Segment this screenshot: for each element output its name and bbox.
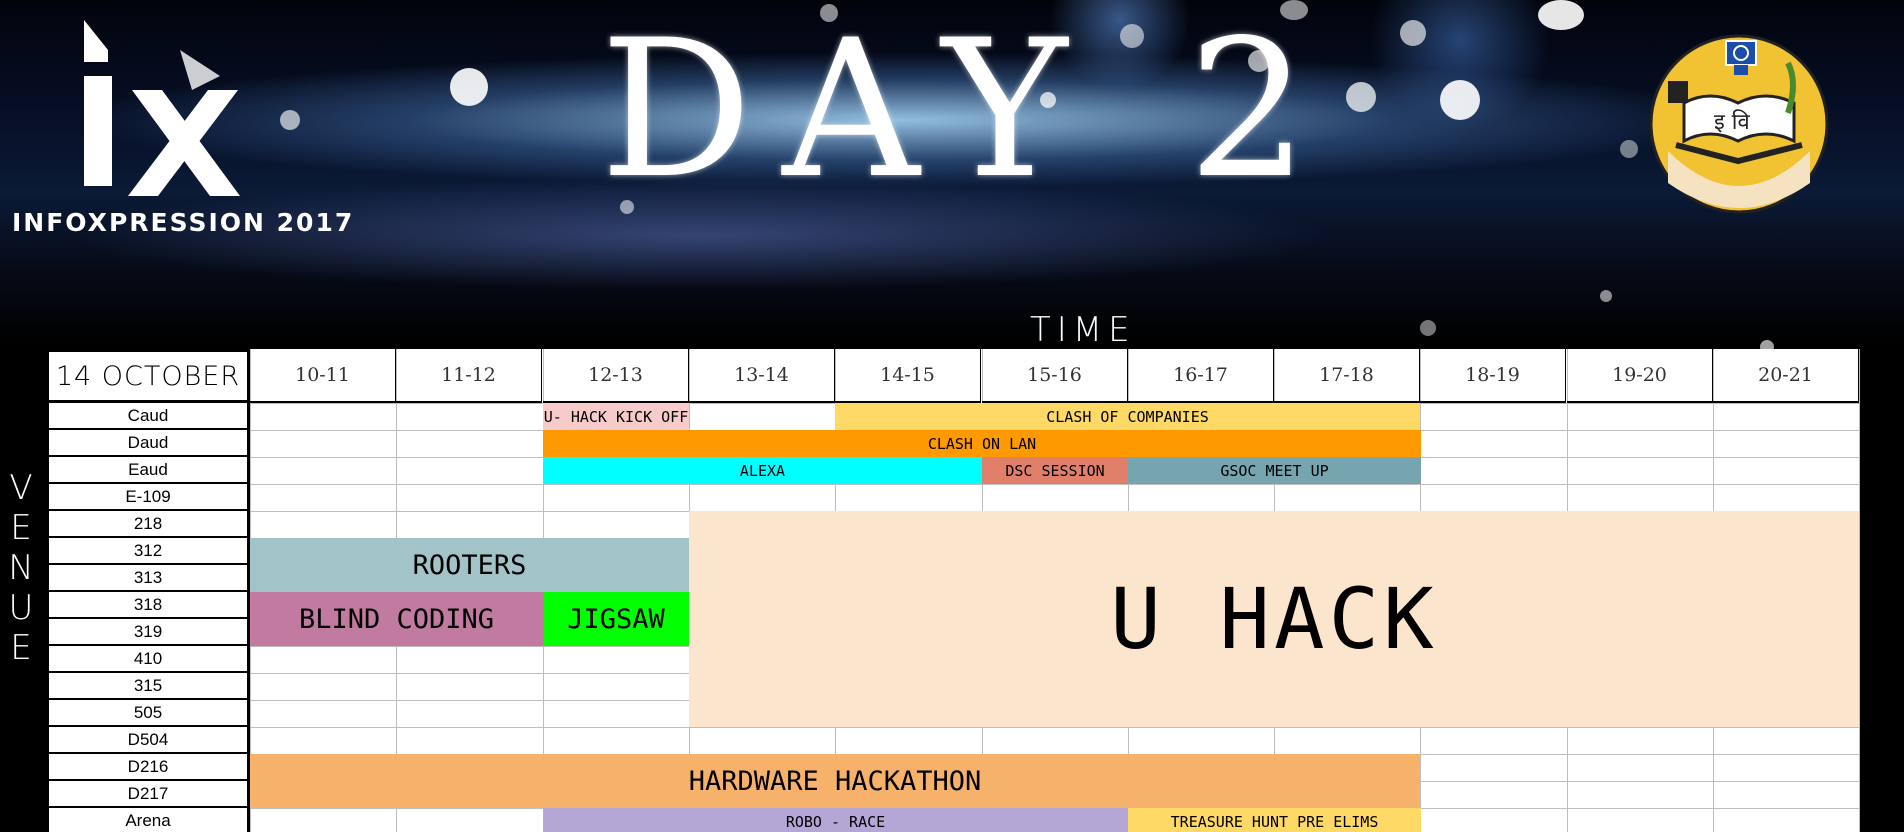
bokeh-light: [280, 110, 300, 130]
venue-label: 312: [46, 538, 250, 565]
time-slot-header: 20-21: [1713, 349, 1859, 403]
venue-label: Arena: [46, 808, 250, 832]
robo-race-event: ROBO - RACE: [543, 808, 1128, 832]
time-slot-header: 19-20: [1567, 349, 1713, 403]
bokeh-light: [1400, 20, 1426, 46]
time-axis-label: TIME: [1030, 310, 1136, 350]
venue-label: Caud: [46, 403, 250, 430]
uhack-event: U HACK: [689, 511, 1859, 727]
venue-label: 410: [46, 646, 250, 673]
venue-label: D504: [46, 727, 250, 754]
venue-label: 315: [46, 673, 250, 700]
infoxpression-logo-icon: [84, 20, 240, 196]
venue-label: Daud: [46, 430, 250, 457]
clash-on-lan-event: CLASH ON LAN: [543, 430, 1421, 457]
uhack-kickoff-event: U- HACK KICK OFF: [543, 403, 689, 430]
dsc-session-event: DSC SESSION: [982, 457, 1128, 484]
emblem-text: इ वि: [1714, 109, 1750, 135]
grid-line: [46, 727, 1860, 728]
jigsaw-event: JIGSAW: [543, 592, 689, 646]
gsoc-meetup-event: GSOC MEET UP: [1128, 457, 1421, 484]
bokeh-light: [450, 68, 488, 106]
time-slot-header: 14-15: [835, 349, 981, 403]
bokeh-light: [1620, 140, 1638, 158]
time-slot-header: 11-12: [396, 349, 542, 403]
rooters-event: ROOTERS: [250, 538, 689, 592]
hardware-hackathon-event: HARDWARE HACKATHON: [250, 754, 1420, 808]
page-title: DAY 2: [600, 0, 1339, 220]
schedule-table: 14 OCTOBER 10-11 11-12 12-13 13-14 14-15 15-1…: [46, 349, 1860, 832]
treasure-hunt-event: TREASURE HUNT PRE ELIMS: [1128, 808, 1421, 832]
university-emblem-icon: इ वि: [1649, 34, 1829, 214]
blind-coding-event: BLIND CODING: [250, 592, 543, 646]
venue-axis-text: VENUE: [8, 468, 34, 668]
grid-line: [46, 484, 1860, 485]
bokeh-light: [1600, 290, 1612, 302]
clash-of-companies-event: CLASH OF COMPANIES: [835, 403, 1420, 430]
venue-label: 313: [46, 565, 250, 592]
time-slot-header: 10-11: [250, 349, 396, 403]
date-header: 14 OCTOBER: [46, 349, 250, 403]
venue-label: 318: [46, 592, 250, 619]
venue-axis-label: VENUE: [6, 468, 36, 668]
bokeh-light: [1420, 320, 1436, 336]
venue-label: D216: [46, 754, 250, 781]
bokeh-light: [1440, 80, 1480, 120]
time-slot-header: 16-17: [1128, 349, 1274, 403]
grid-line: [1859, 349, 1860, 832]
venue-label: 319: [46, 619, 250, 646]
time-slot-header: 15-16: [982, 349, 1128, 403]
time-slot-header: 17-18: [1274, 349, 1420, 403]
venue-label: E-109: [46, 484, 250, 511]
time-slot-header: 18-19: [1420, 349, 1566, 403]
time-slot-header: 12-13: [543, 349, 689, 403]
venue-label: D217: [46, 781, 250, 808]
venue-label: Eaud: [46, 457, 250, 484]
time-slot-header: 13-14: [689, 349, 835, 403]
alexa-event: ALEXA: [543, 457, 982, 484]
bokeh-light: [1538, 0, 1584, 30]
brand-name: INFOXPRESSION 2017: [12, 208, 355, 237]
venue-label: 505: [46, 700, 250, 727]
venue-label: 218: [46, 511, 250, 538]
